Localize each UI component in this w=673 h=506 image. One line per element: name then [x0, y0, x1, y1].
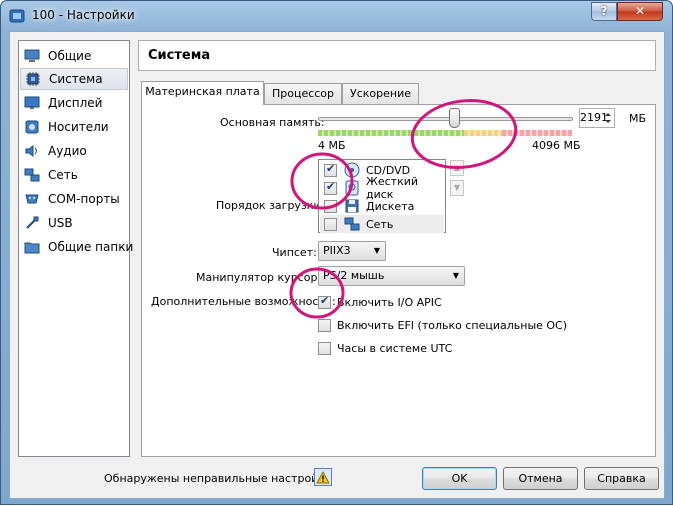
- boot-checkbox[interactable]: [324, 199, 337, 213]
- optical-disc-icon: [344, 162, 360, 178]
- memory-unit: МБ: [629, 112, 647, 125]
- spin-arrows-icon[interactable]: [602, 109, 614, 127]
- io-apic-checkbox[interactable]: [318, 294, 331, 309]
- audio-icon: [23, 143, 41, 159]
- tab-processor[interactable]: Процессор: [264, 83, 342, 104]
- display-icon: [23, 95, 41, 111]
- feature-utc-clock[interactable]: Часы в системе UTC: [318, 340, 452, 356]
- pointer-select[interactable]: PS/2 мышь ▼: [318, 266, 465, 286]
- memory-scale-safe: [318, 130, 464, 136]
- feature-efi[interactable]: Включить EFI (только специальные ОС): [318, 317, 567, 333]
- network-icon: [23, 167, 41, 183]
- tab-motherboard[interactable]: Материнская плата: [141, 81, 264, 105]
- boot-checkbox[interactable]: [324, 162, 337, 177]
- boot-order-list: CD/DVD Жесткий диск Дискета: [318, 159, 446, 233]
- close-button[interactable]: ✕: [617, 2, 663, 21]
- boot-item-floppy[interactable]: Дискета: [320, 197, 444, 215]
- features-label: Дополнительные возможности:: [151, 295, 336, 308]
- move-down-button[interactable]: ▼: [450, 180, 464, 196]
- help-title-button[interactable]: ?: [591, 2, 617, 21]
- memory-slider-thumb[interactable]: [448, 108, 460, 128]
- sidebar-item-general[interactable]: Общие: [20, 45, 128, 67]
- sidebar-item-label: Носители: [48, 120, 109, 134]
- feature-label: Часы в системе UTC: [337, 341, 453, 355]
- hard-disk-icon: [344, 180, 360, 196]
- serial-port-icon: [23, 191, 41, 207]
- boot-checkbox[interactable]: [324, 217, 337, 231]
- pointer-value: PS/2 мышь: [323, 269, 385, 282]
- move-up-button[interactable]: ▲: [450, 160, 464, 176]
- sidebar-item-audio[interactable]: Аудио: [20, 140, 128, 162]
- motherboard-tab-panel: Основная память: 4 МБ 4096 МБ 2191 МБ По…: [141, 104, 656, 457]
- sidebar-item-display[interactable]: Дисплей: [20, 92, 128, 114]
- pointer-label: Манипулятор курсора:: [196, 271, 328, 284]
- sidebar-item-com-ports[interactable]: COM-порты: [20, 188, 128, 210]
- warning-icon[interactable]: [314, 468, 332, 486]
- folder-icon: [23, 239, 41, 255]
- efi-checkbox[interactable]: [318, 318, 331, 332]
- monitor-icon: [23, 48, 41, 64]
- memory-scale: [318, 130, 572, 136]
- sidebar-item-system[interactable]: Система: [20, 68, 128, 90]
- memory-slider-track[interactable]: [318, 117, 573, 121]
- memory-label: Основная память:: [220, 116, 325, 129]
- chipset-label: Чипсет:: [272, 246, 317, 259]
- sidebar-item-storage[interactable]: Носители: [20, 116, 128, 138]
- sidebar-item-label: Аудио: [48, 144, 87, 158]
- sidebar-item-label: Дисплей: [48, 96, 103, 110]
- chevron-down-icon: ▼: [452, 271, 459, 280]
- boot-order-label: Порядок загрузки:: [216, 199, 325, 212]
- network-icon: [344, 216, 360, 232]
- help-button[interactable]: Справка: [584, 467, 659, 490]
- settings-sidebar: Общие Система Дисплей Носители Аудио Сет…: [18, 40, 133, 457]
- utc-clock-checkbox[interactable]: [318, 341, 331, 355]
- feature-label: Включить I/O APIC: [337, 295, 442, 309]
- boot-item-label: Дискета: [366, 199, 415, 213]
- virtualbox-app-icon: [9, 9, 25, 23]
- tab-acceleration[interactable]: Ускорение: [342, 83, 419, 104]
- chipset-value: PIIX3: [323, 244, 351, 257]
- memory-max-label: 4096 МБ: [532, 139, 581, 152]
- storage-icon: [23, 119, 41, 135]
- invalid-settings-message: Обнаружены неправильные настройки: [104, 472, 333, 485]
- feature-io-apic[interactable]: Включить I/O APIC: [318, 294, 442, 310]
- boot-item-hard-disk[interactable]: Жесткий диск: [320, 175, 444, 201]
- sidebar-item-label: Общие папки: [48, 240, 134, 254]
- memory-scale-danger: [502, 130, 572, 136]
- memory-min-label: 4 МБ: [318, 139, 346, 152]
- sidebar-item-label: Общие: [48, 49, 92, 63]
- sidebar-item-label: USB: [48, 216, 73, 230]
- dialog-client-area: Общие Система Дисплей Носители Аудио Сет…: [9, 31, 665, 499]
- boot-checkbox[interactable]: [324, 180, 337, 195]
- chip-icon: [24, 71, 42, 87]
- title-bar[interactable]: 100 - Настройки ? ✕: [1, 1, 672, 31]
- sidebar-item-label: Сеть: [48, 168, 78, 182]
- usb-icon: [23, 215, 41, 231]
- feature-label: Включить EFI (только специальные ОС): [337, 318, 568, 332]
- boot-item-label: Сеть: [366, 217, 394, 231]
- cancel-button[interactable]: Отмена: [503, 467, 578, 490]
- settings-window: 100 - Настройки ? ✕ Общие Система Диспле…: [0, 0, 673, 505]
- page-title: Система: [148, 48, 211, 63]
- chevron-down-icon: ▼: [373, 246, 380, 255]
- chipset-select[interactable]: PIIX3 ▼: [318, 241, 386, 261]
- section-header: Система: [138, 40, 656, 71]
- sidebar-item-shared-folders[interactable]: Общие папки: [20, 236, 133, 258]
- window-title: 100 - Настройки: [32, 8, 135, 22]
- memory-scale-warning: [464, 130, 502, 136]
- floppy-icon: [344, 198, 360, 214]
- boot-item-network[interactable]: Сеть: [320, 215, 444, 233]
- sidebar-item-label: COM-порты: [48, 192, 120, 206]
- sidebar-item-label: Система: [49, 72, 103, 86]
- sidebar-item-usb[interactable]: USB: [20, 212, 128, 234]
- ok-button[interactable]: OK: [422, 467, 497, 490]
- sidebar-item-network[interactable]: Сеть: [20, 164, 128, 186]
